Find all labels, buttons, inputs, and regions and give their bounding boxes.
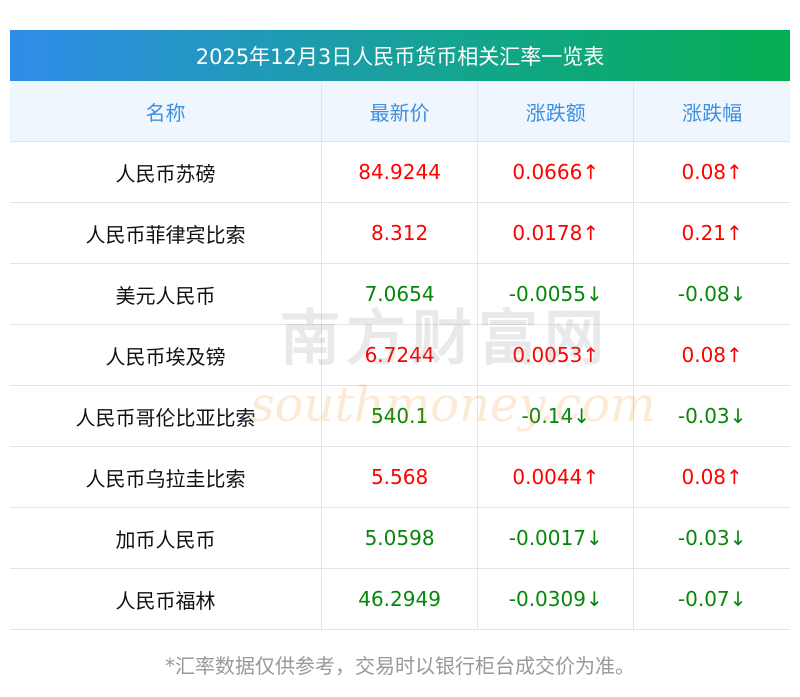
cell-price: 8.312 — [320, 202, 479, 264]
cell-name: 人民币埃及镑 — [10, 324, 322, 386]
exchange-rate-table: 名称 最新价 涨跌额 涨跌幅 人民币苏磅 84.9244 0.0666↑ 0.08↑ 人… — [10, 81, 790, 630]
disclaimer: *汇率数据仅供参考，交易时以银行柜台成交价为准。 — [165, 654, 635, 678]
cell-price: 7.0654 — [320, 263, 479, 325]
header-pct: 涨跌幅 — [633, 81, 790, 142]
table-row: 人民币苏磅 84.9244 0.0666↑ 0.08↑ — [10, 141, 790, 203]
cell-name: 人民币乌拉圭比索 — [10, 446, 322, 508]
table-row: 人民币菲律宾比索 8.312 0.0178↑ 0.21↑ — [10, 202, 790, 264]
cell-price: 46.2949 — [320, 568, 479, 630]
cell-change: 0.0044↑ — [477, 446, 635, 508]
cell-change: -0.0309↓ — [477, 568, 635, 630]
table-row: 人民币埃及镑 6.7244 0.0053↑ 0.08↑ — [10, 324, 790, 386]
cell-change: 0.0178↑ — [477, 202, 635, 264]
table-row: 人民币哥伦比亚比索 540.1 -0.14↓ -0.03↓ — [10, 385, 790, 447]
header-price: 最新价 — [320, 81, 479, 142]
cell-change: 0.0053↑ — [477, 324, 635, 386]
cell-price: 5.0598 — [320, 507, 479, 569]
cell-name: 人民币哥伦比亚比索 — [10, 385, 322, 447]
cell-price: 540.1 — [320, 385, 479, 447]
cell-price: 84.9244 — [320, 141, 479, 203]
cell-change: -0.0017↓ — [477, 507, 635, 569]
cell-pct: -0.08↓ — [633, 263, 790, 325]
header-change: 涨跌额 — [477, 81, 635, 142]
table-row: 美元人民币 7.0654 -0.0055↓ -0.08↓ — [10, 263, 790, 325]
table-title: 2025年12月3日人民币货币相关汇率一览表 — [10, 30, 790, 81]
cell-name: 人民币福林 — [10, 568, 322, 630]
cell-name: 人民币菲律宾比索 — [10, 202, 322, 264]
cell-change: -0.14↓ — [477, 385, 635, 447]
cell-price: 5.568 — [320, 446, 479, 508]
cell-name: 加币人民币 — [10, 507, 322, 569]
table-row: 人民币福林 46.2949 -0.0309↓ -0.07↓ — [10, 568, 790, 630]
header-name: 名称 — [10, 81, 322, 142]
cell-pct: 0.08↑ — [633, 141, 790, 203]
table-header-row: 名称 最新价 涨跌额 涨跌幅 — [10, 81, 790, 142]
cell-change: -0.0055↓ — [477, 263, 635, 325]
cell-pct: -0.07↓ — [633, 568, 790, 630]
cell-pct: -0.03↓ — [633, 385, 790, 447]
table-row: 加币人民币 5.0598 -0.0017↓ -0.03↓ — [10, 507, 790, 569]
table-row: 人民币乌拉圭比索 5.568 0.0044↑ 0.08↑ — [10, 446, 790, 508]
cell-change: 0.0666↑ — [477, 141, 635, 203]
cell-pct: 0.08↑ — [633, 446, 790, 508]
cell-price: 6.7244 — [320, 324, 479, 386]
cell-name: 美元人民币 — [10, 263, 322, 325]
cell-pct: 0.08↑ — [633, 324, 790, 386]
cell-name: 人民币苏磅 — [10, 141, 322, 203]
cell-pct: -0.03↓ — [633, 507, 790, 569]
cell-pct: 0.21↑ — [633, 202, 790, 264]
